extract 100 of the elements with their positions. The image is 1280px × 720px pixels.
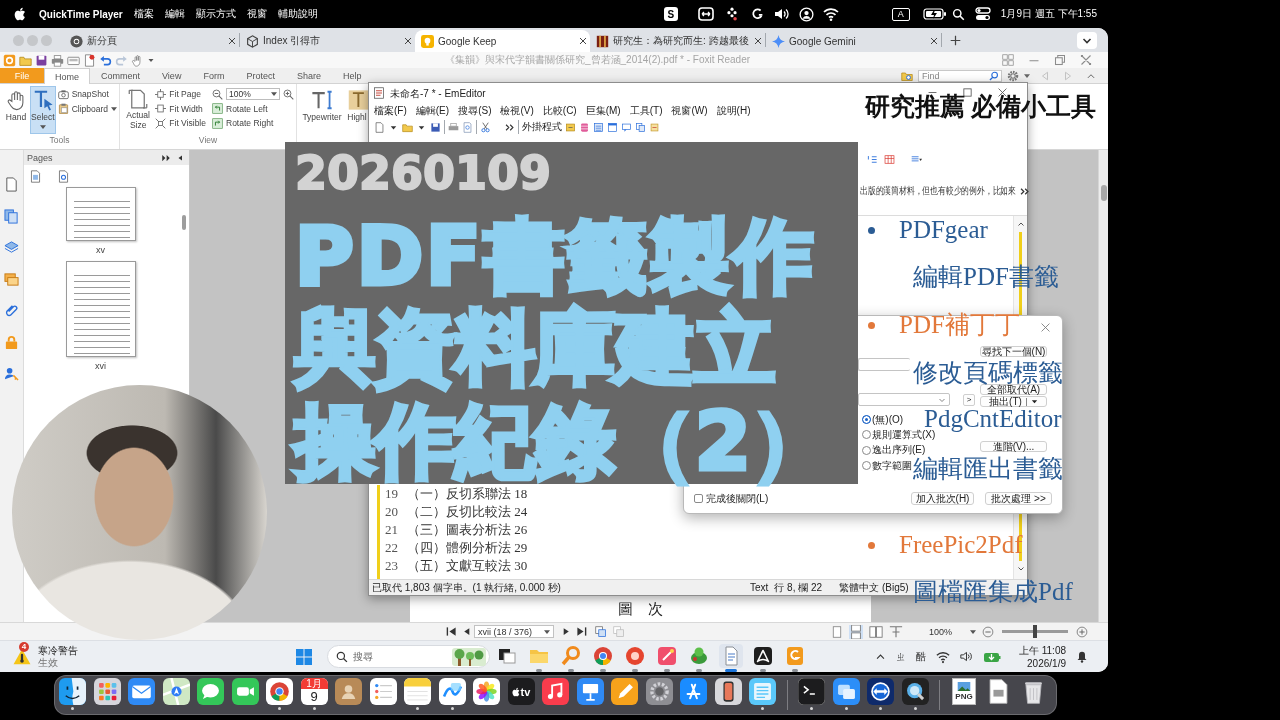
- phone-icon[interactable]: [714, 678, 742, 705]
- chevron-up-icon[interactable]: [874, 651, 886, 662]
- ribbon-button[interactable]: Select: [30, 86, 56, 134]
- input-source-badge[interactable]: A: [891, 7, 910, 21]
- menu-item[interactable]: 巨集(M): [585, 104, 621, 118]
- lens-icon[interactable]: [901, 678, 929, 705]
- search-icon[interactable]: [951, 7, 965, 21]
- g-shape-icon[interactable]: [750, 7, 765, 21]
- grid-table-icon[interactable]: [884, 153, 895, 165]
- calendar-icon[interactable]: 1月 9: [300, 678, 328, 705]
- notepad-icon[interactable]: [404, 678, 431, 705]
- maximize-icon[interactable]: [963, 88, 972, 97]
- settings-icon[interactable]: [1007, 69, 1019, 82]
- close-icon[interactable]: [228, 37, 236, 45]
- scroll-down-icon[interactable]: [1016, 565, 1025, 573]
- zoom-level[interactable]: 100%: [928, 626, 952, 637]
- page-zoom-icon[interactable]: [57, 169, 70, 183]
- double-chevron-icon[interactable]: [504, 121, 515, 133]
- dropdown-caret-icon[interactable]: [147, 56, 155, 64]
- toolbar-label[interactable]: 外掛程式: [522, 120, 562, 134]
- label-icon[interactable]: [649, 121, 660, 133]
- restore-icon[interactable]: [1054, 54, 1066, 66]
- ribbon-button[interactable]: Fit Width: [155, 101, 208, 116]
- scroll-up-icon[interactable]: [1016, 220, 1025, 228]
- previous-view-icon[interactable]: [595, 625, 607, 638]
- zoom-field[interactable]: 100%: [226, 88, 280, 100]
- dialog-button[interactable]: 尋找下一個(N): [980, 346, 1047, 357]
- find-field[interactable]: [858, 358, 910, 371]
- ribbon-tab[interactable]: Share: [285, 68, 332, 83]
- ribbon-button[interactable]: SnapShot: [57, 87, 119, 101]
- save-icon[interactable]: [430, 121, 441, 133]
- caret-down-icon[interactable]: [1024, 73, 1030, 78]
- browser-tab[interactable]: Google Gemini: [766, 30, 941, 52]
- undo-icon[interactable]: [99, 53, 112, 67]
- input-mode-indicator[interactable]: 酷: [915, 649, 926, 664]
- menu-item[interactable]: 比較(C): [542, 104, 577, 118]
- battery-icon[interactable]: [922, 8, 947, 20]
- print-icon[interactable]: [448, 121, 459, 133]
- caret-down-icon[interactable]: [544, 629, 550, 634]
- volume-icon[interactable]: [959, 650, 973, 663]
- menu-clock[interactable]: 1月9日 週五 下午1:55: [1000, 7, 1097, 21]
- save-icon[interactable]: [35, 53, 48, 67]
- zoom-in-icon[interactable]: [1076, 625, 1088, 638]
- continuous-page-icon[interactable]: [848, 624, 863, 639]
- music-note-icon[interactable]: [542, 678, 569, 705]
- address-book-icon[interactable]: [335, 678, 362, 705]
- close-icon[interactable]: [404, 37, 412, 45]
- find-field[interactable]: Find: [918, 69, 1002, 82]
- ribbon-tab[interactable]: Protect: [235, 68, 286, 83]
- ribbon-button[interactable]: Clipboard: [57, 101, 119, 116]
- checklist-icon[interactable]: [369, 678, 397, 705]
- taskbar-date[interactable]: 2026/1/9: [1027, 656, 1066, 670]
- dialog-button[interactable]: 全部取代(A): [980, 384, 1047, 395]
- tv-app-icon[interactable]: tv: [507, 678, 535, 705]
- chevron-down-icon[interactable]: [1077, 31, 1097, 49]
- ribbon-tab[interactable]: Home: [44, 68, 90, 84]
- scissors-icon[interactable]: [480, 121, 491, 133]
- browser-tab[interactable]: 研究生：為研究而生: 跨越最後: [590, 30, 765, 52]
- menu-item[interactable]: 工具(T): [629, 104, 663, 118]
- app-menu[interactable]: QuickTime Player: [39, 8, 123, 20]
- window-stack-icon[interactable]: [832, 678, 860, 705]
- browser-tab[interactable]: 新分頁: [64, 30, 239, 52]
- double-chevron-icon[interactable]: [160, 152, 171, 163]
- ribbon-tab[interactable]: View: [151, 68, 193, 83]
- wifi-icon[interactable]: [822, 6, 839, 22]
- ribbon-tab[interactable]: Form: [192, 68, 236, 83]
- pencil-a-icon[interactable]: [680, 678, 707, 705]
- page-icon[interactable]: [4, 177, 19, 192]
- previous-page-icon[interactable]: [462, 627, 471, 636]
- menu-item[interactable]: 顯示方式: [195, 7, 236, 21]
- menu-item[interactable]: 編輯: [164, 7, 185, 21]
- status-encoding[interactable]: 繁體中文 (Big5): [839, 580, 909, 595]
- plus-icon[interactable]: [950, 34, 961, 46]
- round-logo-icon[interactable]: [623, 644, 647, 668]
- gear-icon[interactable]: [645, 678, 673, 705]
- menu-item[interactable]: 視窗: [246, 7, 267, 21]
- arrows-box-icon[interactable]: [697, 6, 714, 22]
- input-mode-indicator[interactable]: ㄓ: [895, 649, 906, 664]
- speech-bubble-icon[interactable]: [197, 678, 224, 705]
- double-chevron-icon[interactable]: [1019, 185, 1030, 197]
- folder-search-icon[interactable]: [901, 69, 913, 82]
- pen-square-icon[interactable]: [655, 644, 679, 668]
- close-icon[interactable]: [930, 37, 938, 45]
- facing-pages-icon[interactable]: [868, 624, 883, 639]
- ribbon-button[interactable]: Fit Visible: [155, 116, 208, 130]
- scrollbar-thumb[interactable]: [182, 215, 186, 230]
- radio-button[interactable]: [862, 415, 871, 425]
- browser-tab[interactable]: Index 引得市: [240, 30, 415, 52]
- page-thumbnail[interactable]: [65, 187, 136, 241]
- pages-icon[interactable]: [4, 208, 19, 224]
- close-icon[interactable]: [754, 37, 762, 45]
- list-window-icon[interactable]: [749, 678, 776, 705]
- ribbon-button[interactable]: Fit Page: [155, 87, 208, 101]
- terminal-icon[interactable]: [798, 678, 825, 705]
- ribbon-button[interactable]: Actual Size: [125, 86, 152, 134]
- list-icon[interactable]: [593, 121, 604, 133]
- panel-icon[interactable]: [565, 121, 576, 133]
- swoosh-logo-icon[interactable]: [751, 644, 775, 668]
- menu-item[interactable]: 說明(H): [716, 104, 751, 118]
- tile-grid-icon[interactable]: [1002, 54, 1014, 66]
